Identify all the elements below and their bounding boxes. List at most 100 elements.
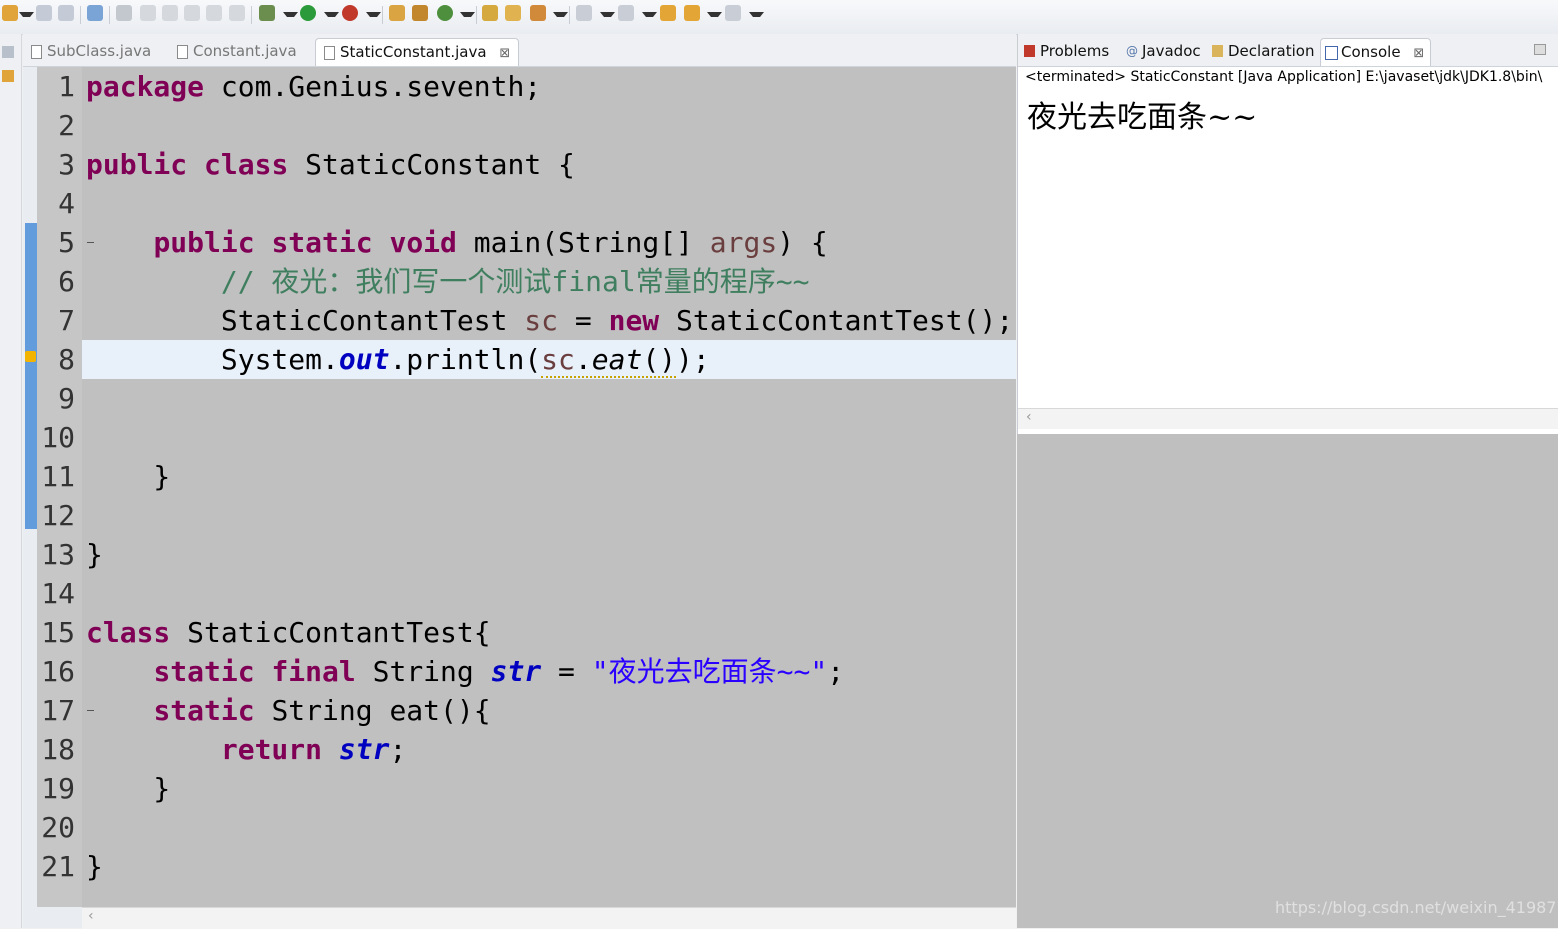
editor-tab-bar: SubClass.java Constant.java StaticConsta… — [23, 34, 1016, 67]
main-toolbar — [0, 0, 1558, 35]
tab-label: Javadoc — [1142, 42, 1201, 60]
block-select-icon[interactable] — [206, 5, 222, 21]
previous-annotation-dropdown-icon[interactable] — [642, 12, 657, 17]
line-number: 2 — [58, 109, 75, 142]
code-line-7: StaticContantTest sc = new StaticContant… — [86, 304, 1014, 337]
tab-label: Declaration — [1228, 42, 1315, 60]
tab-constant-java[interactable]: Constant.java — [169, 38, 297, 65]
line-number: 18 — [41, 733, 75, 766]
line-number: 21 — [41, 850, 75, 883]
external-tools-icon[interactable] — [342, 5, 358, 21]
tab-label: Problems — [1040, 42, 1110, 60]
close-tab-icon[interactable]: ⊠ — [1413, 46, 1424, 61]
line-number: 3 — [58, 148, 75, 181]
pin-icon[interactable] — [116, 5, 132, 21]
save-icon[interactable] — [36, 5, 52, 21]
link-icon[interactable] — [162, 5, 178, 21]
back-icon[interactable] — [684, 5, 700, 21]
new-type-dropdown-icon[interactable] — [460, 12, 475, 17]
toolbar-separator — [382, 6, 383, 24]
line-numbers: 1 2 3 4 5 6 7 8 9 10 11 12 13 14 15 16 1… — [37, 67, 94, 907]
watermark: https://blog.csdn.net/weixin_41987706 — [1275, 898, 1558, 917]
scroll-left-icon[interactable]: ‹ — [1026, 409, 1032, 425]
code-line-1: package com.Genius.seventh; — [86, 70, 542, 103]
code-line-18: return str; — [220, 733, 407, 766]
java-file-icon — [177, 45, 188, 59]
console-output-text[interactable]: 夜光去吃面条~~ — [1027, 92, 1257, 136]
debug-icon[interactable] — [259, 5, 275, 21]
empty-workbench-area — [1017, 434, 1558, 928]
problems-icon — [1024, 45, 1035, 57]
code-line-5: public static void main(String[] args) { — [153, 226, 828, 259]
line-number: 10 — [41, 421, 75, 454]
tab-javadoc[interactable]: @ Javadoc — [1122, 38, 1201, 65]
back-dropdown-icon[interactable] — [707, 12, 722, 17]
tab-problems[interactable]: Problems — [1020, 38, 1109, 65]
tab-console[interactable]: Console ⊠ — [1320, 38, 1432, 66]
wand-icon[interactable] — [140, 5, 156, 21]
new-icon[interactable] — [2, 5, 18, 21]
tab-staticconstant-java[interactable]: StaticConstant.java ⊠ — [315, 38, 520, 66]
forward-icon[interactable] — [725, 5, 741, 21]
restore-icon[interactable] — [2, 46, 14, 58]
tab-label: Console — [1341, 43, 1401, 61]
toolbar-separator — [569, 6, 570, 24]
code-line-3: public class StaticConstant { — [86, 148, 575, 181]
tab-subclass-java[interactable]: SubClass.java — [23, 38, 151, 65]
code-line-15: class StaticContantTest{ — [86, 616, 491, 649]
search-icon[interactable] — [530, 5, 546, 21]
left-trim-bar — [0, 34, 22, 928]
line-number: 1 — [58, 70, 75, 103]
warning-icon[interactable] — [25, 351, 36, 362]
line-number: 8 — [58, 343, 75, 376]
line-number: 20 — [41, 811, 75, 844]
fold-toggle-icon[interactable] — [87, 242, 94, 243]
new-package-icon[interactable] — [389, 5, 405, 21]
external-tools-dropdown-icon[interactable] — [366, 12, 381, 17]
open-type-icon[interactable] — [482, 5, 498, 21]
new-class-icon[interactable] — [412, 5, 428, 21]
change-ruler — [25, 223, 37, 529]
line-number: 4 — [58, 187, 75, 220]
toggle-mark-icon[interactable] — [184, 5, 200, 21]
javadoc-icon: @ — [1126, 44, 1138, 58]
toolbar-separator — [80, 6, 81, 24]
last-edit-icon[interactable] — [660, 5, 676, 21]
skip-breakpoints-icon[interactable] — [87, 5, 103, 21]
whitespace-icon[interactable] — [229, 5, 245, 21]
next-annotation-dropdown-icon[interactable] — [600, 12, 615, 17]
console-view: Problems @ Javadoc Declaration Console ⊠… — [1017, 34, 1558, 434]
code-line-16: static final String str = "夜光去吃面条~~"; — [153, 655, 845, 688]
forward-dropdown-icon[interactable] — [749, 12, 764, 17]
open-folder-icon[interactable] — [505, 5, 521, 21]
console-horizontal-scrollbar[interactable]: ‹ — [1018, 408, 1558, 429]
code-line-8: System.out.println(sc.eat()); — [86, 343, 710, 378]
fold-toggle-icon[interactable] — [87, 710, 94, 711]
tab-label: StaticConstant.java — [340, 43, 487, 61]
java-file-icon — [31, 45, 42, 59]
save-all-icon[interactable] — [58, 5, 74, 21]
view-tab-bar: Problems @ Javadoc Declaration Console ⊠ — [1018, 34, 1558, 67]
line-number: 9 — [58, 382, 75, 415]
code-editor: SubClass.java Constant.java StaticConsta… — [23, 34, 1016, 929]
new-type-icon[interactable] — [437, 5, 453, 21]
scroll-left-icon[interactable]: ‹ — [88, 908, 94, 924]
close-tab-icon[interactable]: ⊠ — [499, 46, 510, 61]
next-annotation-icon[interactable] — [576, 5, 592, 21]
tab-declaration[interactable]: Declaration — [1208, 38, 1314, 65]
new-dropdown-icon[interactable] — [19, 12, 34, 17]
line-number: 12 — [41, 499, 75, 532]
previous-annotation-icon[interactable] — [618, 5, 634, 21]
line-number: 16 — [41, 655, 75, 688]
search-dropdown-icon[interactable] — [553, 12, 568, 17]
editor-horizontal-scrollbar[interactable]: ‹ — [82, 907, 1016, 929]
minimize-icon[interactable] — [1534, 44, 1546, 55]
run-dropdown-icon[interactable] — [324, 12, 339, 17]
run-icon[interactable] — [300, 5, 316, 21]
tab-label: Constant.java — [193, 42, 297, 60]
debug-dropdown-icon[interactable] — [283, 12, 298, 17]
package-explorer-icon[interactable] — [2, 70, 14, 82]
code-area[interactable]: package com.Genius.seventh; public class… — [82, 67, 1016, 907]
line-number: 5 — [58, 226, 75, 259]
line-number: 15 — [41, 616, 75, 649]
